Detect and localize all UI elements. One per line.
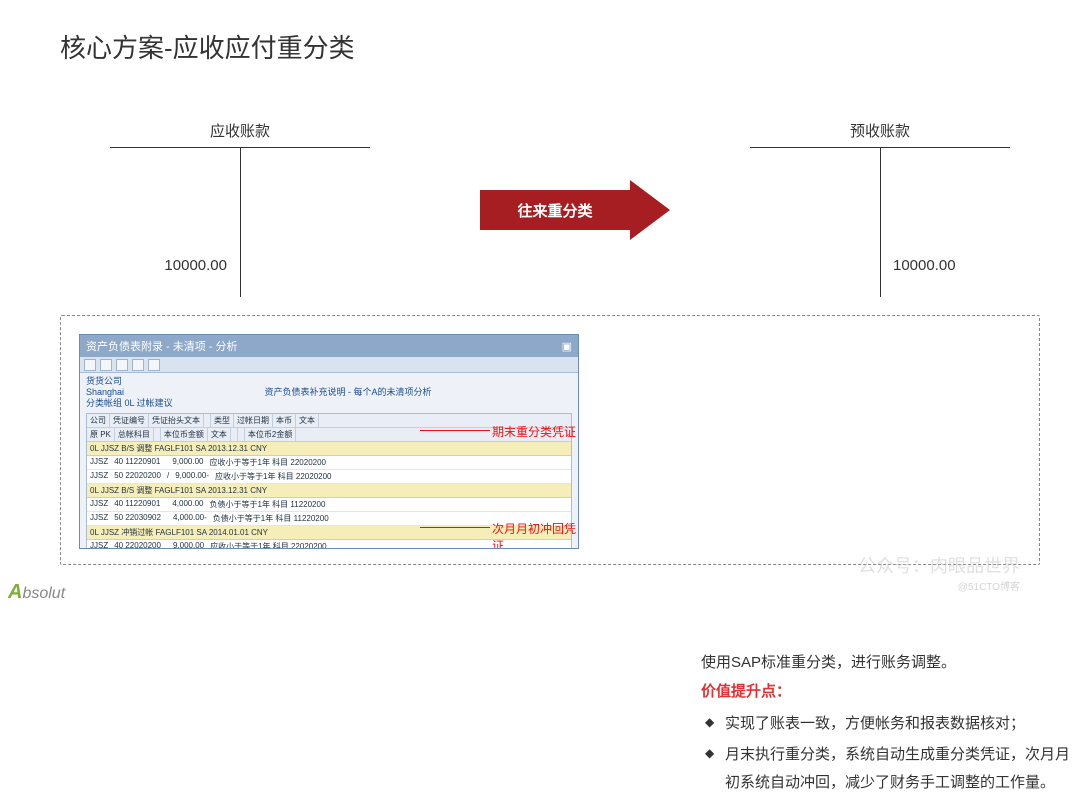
description-block: 使用SAP标准重分类，进行账务调整。 价值提升点： 实现了账表一致，方便帐务和报… [701, 649, 1080, 800]
table-row: JJSZ40 11220901 9,000.00应收小于等于1年 科目 22020… [87, 456, 571, 470]
cell: 9,000.00 [170, 540, 207, 549]
arrow-label: 往来重分类 [517, 200, 592, 221]
col-header: 公司 [87, 414, 110, 427]
logo-text: bsolut [22, 585, 65, 602]
cell: 负债小于等于1年 科目 11220200 [207, 498, 329, 511]
watermark-main: 公众号：肉眼品世界 [858, 556, 1020, 576]
value-point-1: 实现了账表一致，方便帐务和报表数据核对； [705, 710, 1080, 739]
cell: 9,000.00 [169, 456, 206, 469]
col-header: 本币 [273, 414, 296, 427]
logo-letter: A [8, 581, 22, 603]
watermark-sub: @51CTO博客 [858, 578, 1020, 593]
col-header [204, 414, 211, 427]
arrow-head-icon [630, 180, 670, 240]
sap-company-label: 货货公司 [86, 376, 572, 387]
col-header: 原 PK [87, 428, 115, 441]
col-header: 过帐日期 [234, 414, 273, 427]
t-account-left-value: 10000.00 [164, 257, 227, 274]
cell: JJSZ [87, 512, 111, 525]
cell: 50 22020200 [111, 470, 164, 483]
arrow: 往来重分类 [480, 180, 670, 240]
col-header: 类型 [211, 414, 234, 427]
sap-window-icon: ▣ [562, 340, 572, 353]
cell: 40 11220901 [111, 456, 163, 469]
sap-tb-btn[interactable] [84, 359, 96, 371]
sap-screenshot: 资产负债表附录 - 未清项 - 分析 ▣ 货货公司 Shanghai 资产负债表… [79, 334, 579, 549]
col-header [154, 428, 161, 441]
cell: 40 11220901 [111, 498, 163, 511]
col-header [238, 428, 245, 441]
description-intro: 使用SAP标准重分类，进行账务调整。 [701, 649, 1080, 678]
sap-tb-btn[interactable] [148, 359, 160, 371]
sap-tb-btn[interactable] [116, 359, 128, 371]
table-row: JJSZ50 22020200/9,000.00-应收小于等于1年 科目 220… [87, 470, 571, 484]
cell: JJSZ [87, 540, 111, 549]
cell: 4,000.00 [169, 498, 206, 511]
t-shape-left: 10000.00 [110, 147, 370, 297]
col-header: 凭证抬头文本 [149, 414, 204, 427]
sap-subtitle: 资产负债表补充说明 - 每个A的未清项分析 [265, 387, 432, 398]
col-header: 文本 [208, 428, 231, 441]
col-header: 文本 [296, 414, 319, 427]
t-account-right-label: 预收账款 [750, 120, 1010, 141]
col-header: 总帐科目 [115, 428, 154, 441]
cell: 40 22020200 [111, 540, 164, 549]
col-header: 本位币金额 [161, 428, 208, 441]
table-row: JJSZ40 11220901 4,000.00负债小于等于1年 科目 11220… [87, 498, 571, 512]
cell: 4,000.00- [170, 512, 210, 525]
sap-meta: 货货公司 Shanghai 资产负债表补充说明 - 每个A的未清项分析 分类帐组… [80, 373, 578, 411]
cell: 负债小于等于1年 科目 11220200 [210, 512, 332, 525]
annotation-line [420, 430, 490, 431]
annotation-1: 期末重分类凭证 [492, 423, 576, 440]
col-header: 凭证编号 [110, 414, 149, 427]
col-header: 本位币2金额 [245, 428, 296, 441]
cell: JJSZ [87, 456, 111, 469]
detail-box: 资产负债表附录 - 未清项 - 分析 ▣ 货货公司 Shanghai 资产负债表… [60, 315, 1040, 565]
cell: 应收小于等于1年 科目 22020200 [212, 470, 335, 483]
sap-group-header: 0L JJSZ B/S 调整 FAGLF101 SA 2013.12.31 CN… [87, 484, 571, 498]
sap-window-titlebar: 资产负债表附录 - 未清项 - 分析 ▣ [80, 335, 578, 357]
arrow-body: 往来重分类 [480, 190, 630, 230]
sap-tb-btn[interactable] [132, 359, 144, 371]
annotation-2: 次月月初冲回凭证 [492, 520, 578, 549]
cell: 应收小于等于1年 科目 22020200 [207, 456, 330, 469]
annotation-line [420, 527, 490, 528]
value-points: 实现了账表一致，方便帐务和报表数据核对； 月末执行重分类，系统自动生成重分类凭证… [701, 710, 1080, 798]
value-point-2: 月末执行重分类，系统自动生成重分类凭证，次月月初系统自动冲回，减少了财务手工调整… [705, 741, 1080, 798]
value-label: 价值提升点： [701, 678, 1080, 707]
sap-toolbar [80, 357, 578, 373]
cell: JJSZ [87, 470, 111, 483]
cell: 9,000.00- [172, 470, 212, 483]
sap-sort: 分类帐组 0L 过帐建议 [86, 398, 572, 409]
sap-tb-btn[interactable] [100, 359, 112, 371]
cell: 应收小于等于1年 科目 22020200 [207, 540, 330, 549]
cell: JJSZ [87, 498, 111, 511]
page-title: 核心方案-应收应付重分类 [60, 28, 355, 65]
t-shape-right: 10000.00 [750, 147, 1010, 297]
t-account-right: 预收账款 10000.00 [750, 120, 1010, 297]
sap-group-header: 0L JJSZ B/S 调整 FAGLF101 SA 2013.12.31 CN… [87, 442, 571, 456]
sap-window-title: 资产负债表附录 - 未清项 - 分析 [86, 338, 238, 354]
t-account-right-value: 10000.00 [893, 257, 956, 274]
cell: / [164, 470, 172, 483]
cell: 50 22030902 [111, 512, 164, 525]
watermark: 公众号：肉眼品世界 @51CTO博客 [858, 552, 1020, 593]
t-account-left: 应收账款 10000.00 [110, 120, 370, 297]
footer-logo: Absolut [8, 581, 65, 604]
t-account-left-label: 应收账款 [110, 120, 370, 141]
sap-company: Shanghai [86, 387, 124, 398]
col-header [231, 428, 238, 441]
